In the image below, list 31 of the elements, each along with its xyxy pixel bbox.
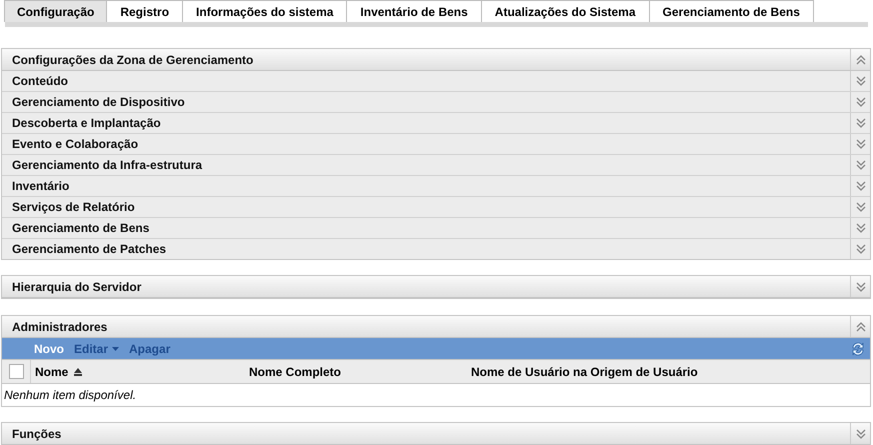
section-label: Conteúdo xyxy=(11,74,69,88)
section-row[interactable]: Gerenciamento de Patches xyxy=(2,239,870,259)
section-row[interactable]: Serviços de Relatório xyxy=(2,197,870,218)
tab[interactable]: Configuração xyxy=(4,0,108,22)
column-header[interactable]: Nome xyxy=(35,364,68,378)
refresh-icon[interactable] xyxy=(850,340,866,356)
panel-title: Administradores xyxy=(11,320,108,334)
panel-title: Hierarquia do Servidor xyxy=(11,280,142,294)
tab[interactable]: Gerenciamento de Bens xyxy=(648,0,814,22)
section-label: Gerenciamento de Patches xyxy=(11,242,168,256)
section-row[interactable]: Conteúdo xyxy=(2,71,870,92)
checkbox[interactable] xyxy=(8,364,24,379)
panel-title: Funções xyxy=(11,426,62,440)
section-label: Descoberta e Implantação xyxy=(11,116,162,130)
section-row[interactable]: Evento e Colaboração xyxy=(2,134,870,155)
panel-title: Configurações da Zona de Gerenciamento xyxy=(11,52,254,66)
column-header[interactable]: Nome de Usuário na Origem de Usuário xyxy=(471,364,698,378)
section-label: Gerenciamento de Dispositivo xyxy=(11,95,186,109)
section-label: Gerenciamento de Bens xyxy=(11,221,150,235)
section-row[interactable]: Descoberta e Implantação xyxy=(2,113,870,134)
section-label: Serviços de Relatório xyxy=(11,200,136,214)
section-label: Gerenciamento da Infra-estrutura xyxy=(11,158,204,172)
section-row[interactable]: Gerenciamento de Bens xyxy=(2,218,870,239)
empty-message: Nenhum item disponível. xyxy=(4,388,136,402)
caret-icon xyxy=(112,346,120,350)
section-label: Evento e Colaboração xyxy=(11,137,140,151)
section-label: Inventário xyxy=(11,179,70,193)
column-header[interactable]: Nome Completo xyxy=(249,364,342,378)
section-row[interactable]: Gerenciamento de Dispositivo xyxy=(2,92,870,113)
section-row[interactable]: Gerenciamento da Infra-estrutura xyxy=(2,155,870,176)
section-row[interactable]: Inventário xyxy=(2,176,870,197)
